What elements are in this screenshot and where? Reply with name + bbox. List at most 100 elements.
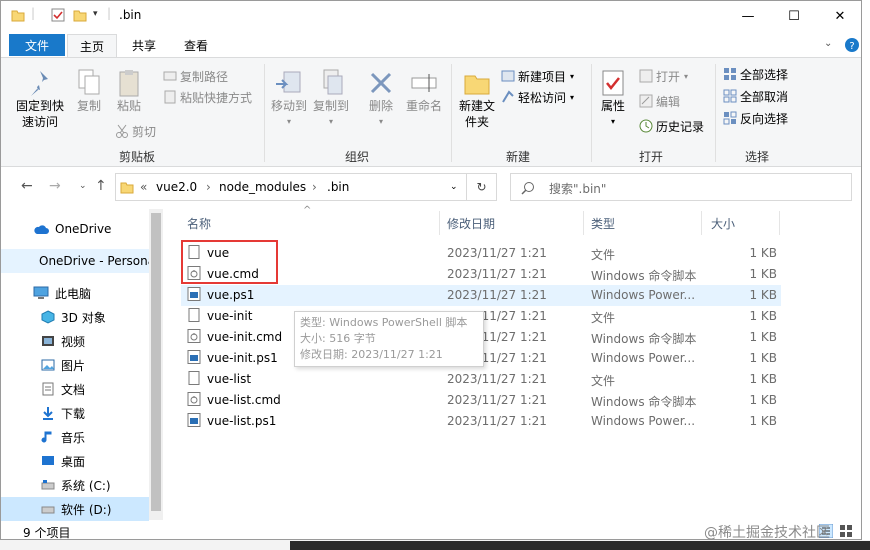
column-date[interactable]: 修改日期	[447, 215, 495, 232]
file-name: vue-init	[207, 309, 253, 323]
nav-item-drive-c[interactable]: 系统 (C:)	[1, 473, 149, 497]
select-all-icon	[724, 68, 736, 80]
breadcrumb-item[interactable]: node_modules	[219, 180, 306, 194]
breadcrumb-overflow[interactable]: «	[140, 180, 147, 194]
nav-item-3d-objects[interactable]: 3D 对象	[1, 305, 149, 329]
file-name: vue-init.cmd	[207, 330, 283, 344]
refresh-button[interactable]: ↻	[467, 173, 497, 201]
properties-button[interactable]: 属性 ▾	[596, 68, 630, 130]
minimize-button[interactable]: —	[725, 1, 771, 32]
breadcrumb-chevron-icon[interactable]: ›	[312, 180, 317, 194]
select-all-button[interactable]: 全部选择	[723, 64, 788, 84]
table-row[interactable]: vue-list.ps1 2023/11/27 1:21 Windows Power…	[181, 411, 781, 432]
file-list-header: ^ 名称 修改日期 类型 大小	[181, 205, 781, 235]
tab-home[interactable]: 主页	[67, 34, 117, 57]
nav-item-label: 桌面	[61, 454, 86, 469]
help-icon[interactable]: ?	[844, 37, 860, 53]
cut-button[interactable]: 剪切	[115, 121, 156, 141]
history-button[interactable]: 历史记录	[639, 116, 704, 136]
file-type: 文件	[591, 374, 616, 388]
video-icon	[42, 336, 54, 346]
nav-pane-scroll-thumb[interactable]	[151, 213, 161, 511]
select-none-button[interactable]: 全部取消	[723, 86, 788, 106]
column-type[interactable]: 类型	[591, 215, 615, 232]
table-row[interactable]: vue.ps1 2023/11/27 1:21 Windows Power... 1 …	[181, 285, 781, 306]
file-date: 2023/11/27 1:21	[447, 267, 547, 281]
copy-path-icon	[163, 71, 177, 81]
copy-path-button[interactable]: 复制路径	[163, 66, 228, 86]
address-bar[interactable]: « vue2.0 › node_modules › .bin ⌄	[115, 173, 467, 201]
scissors-icon	[116, 124, 128, 138]
delete-button[interactable]: 删除 ▾	[365, 68, 397, 130]
back-arrow-icon[interactable]: ←	[21, 178, 33, 194]
nav-item-drive-d[interactable]: 软件 (D:)	[1, 497, 149, 521]
file-type: 文件	[591, 248, 616, 262]
nav-item-onedrive[interactable]: OneDrive	[1, 217, 149, 241]
invert-selection-button[interactable]: 反向选择	[723, 108, 788, 128]
properties-check-icon[interactable]	[51, 8, 65, 22]
tab-file[interactable]: 文件	[9, 34, 65, 56]
quick-access-dropdown-icon[interactable]: ▾	[93, 9, 98, 19]
search-box[interactable]: 搜索".bin"	[510, 173, 852, 201]
column-separator[interactable]	[779, 211, 780, 235]
breadcrumb-chevron-icon[interactable]: ›	[206, 180, 211, 194]
column-separator[interactable]	[583, 211, 584, 235]
table-row[interactable]: vue-list 2023/11/27 1:21 文件 1 KB	[181, 369, 781, 390]
edit-button[interactable]: 编辑	[639, 91, 680, 111]
easy-access-button[interactable]: 轻松访问 ▾	[501, 87, 574, 107]
table-row[interactable]: vue-list.cmd 2023/11/27 1:21 Windows 命令脚本 1…	[181, 390, 781, 411]
tab-share[interactable]: 共享	[121, 34, 167, 57]
file-size: 1 KB	[749, 246, 777, 260]
pin-quick-access-button[interactable]: 固定到快速访问	[9, 68, 71, 130]
nav-item-videos[interactable]: 视频	[1, 329, 149, 353]
breadcrumb-item[interactable]: .bin	[327, 180, 349, 194]
open-button[interactable]: 打开 ▾	[639, 66, 688, 86]
new-folder-quick-icon[interactable]	[73, 8, 87, 22]
clipboard-group-label: 剪贴板	[119, 150, 156, 164]
select-group-label: 选择	[745, 150, 770, 164]
copy-button[interactable]: 复制	[71, 68, 107, 114]
document-icon	[42, 382, 54, 396]
forward-arrow-icon[interactable]: →	[49, 178, 61, 194]
nav-item-downloads[interactable]: 下载	[1, 401, 149, 425]
large-icons-view-icon[interactable]	[839, 524, 853, 538]
close-button[interactable]: ✕	[817, 1, 861, 32]
new-folder-button[interactable]: 新建文件夹	[456, 68, 498, 130]
cmd-script-icon	[187, 329, 201, 343]
paste-shortcut-button[interactable]: 粘贴快捷方式	[163, 87, 252, 107]
file-size: 1 KB	[749, 267, 777, 281]
search-icon	[521, 182, 534, 195]
recent-locations-icon[interactable]: ⌄	[79, 181, 87, 191]
up-arrow-icon[interactable]: ↑	[95, 178, 107, 194]
select-none-label: 全部取消	[740, 89, 789, 104]
powershell-icon	[187, 350, 201, 364]
tooltip-date: 修改日期: 2023/11/27 1:21	[300, 348, 443, 361]
nav-item-documents[interactable]: 文档	[1, 377, 149, 401]
cube-icon	[41, 310, 55, 324]
address-dropdown-icon[interactable]: ⌄	[450, 182, 458, 192]
expand-ribbon-icon[interactable]: ⌄	[824, 38, 832, 49]
column-separator[interactable]	[439, 211, 440, 235]
ribbon-separator	[451, 64, 452, 162]
nav-item-onedrive-personal[interactable]: OneDrive - Personal	[1, 249, 149, 273]
move-to-button[interactable]: 移动到 ▾	[269, 68, 309, 130]
powershell-icon	[187, 287, 201, 301]
nav-item-pictures[interactable]: 图片	[1, 353, 149, 377]
maximize-button[interactable]: ☐	[771, 1, 817, 32]
copy-to-label: 复制到	[312, 99, 349, 113]
rename-button[interactable]: 重命名	[403, 68, 445, 114]
new-item-button[interactable]: 新建项目 ▾	[501, 66, 574, 86]
copy-to-button[interactable]: 复制到 ▾	[311, 68, 351, 130]
nav-item-desktop[interactable]: 桌面	[1, 449, 149, 473]
nav-item-this-pc[interactable]: 此电脑	[1, 281, 149, 305]
tab-view[interactable]: 查看	[173, 34, 219, 57]
column-size[interactable]: 大小	[711, 215, 735, 232]
column-name[interactable]: 名称	[187, 215, 211, 232]
desktop-icon	[42, 456, 54, 465]
breadcrumb-item[interactable]: vue2.0	[156, 180, 197, 194]
paste-button[interactable]: 粘贴	[111, 68, 147, 114]
nav-item-music[interactable]: 音乐	[1, 425, 149, 449]
invert-selection-label: 反向选择	[740, 111, 789, 126]
column-separator[interactable]	[701, 211, 702, 235]
nav-item-label: 音乐	[61, 430, 86, 445]
